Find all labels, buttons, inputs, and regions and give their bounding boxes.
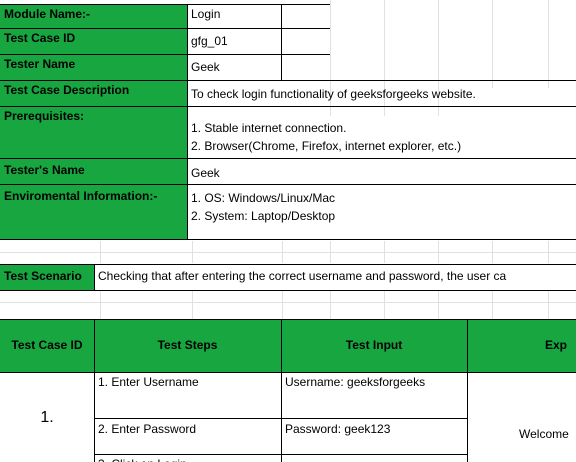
test-scenario-value[interactable]: Checking that after entering the correct… — [94, 264, 576, 290]
step-1-cell[interactable]: 1. Enter Username — [94, 372, 281, 418]
input-1-cell[interactable]: Username: geeksforgeeks — [281, 372, 467, 418]
module-name-label: Module Name:- — [0, 4, 187, 28]
environment-line-1: 1. OS: Windows/Linux/Mac — [191, 191, 336, 205]
input-2-cell[interactable]: Password: geek123 — [281, 418, 467, 454]
header-test-input: Test Input — [281, 320, 467, 372]
tester-name-label: Tester Name — [0, 54, 187, 80]
environment-line-2: 2. System: Laptop/Desktop — [191, 209, 336, 223]
prerequisite-line-2: 2. Browser(Chrome, Firefox, internet exp… — [191, 139, 462, 153]
module-name-value[interactable]: Login — [187, 4, 281, 28]
input-3-cell[interactable] — [281, 454, 467, 462]
case-id-cell[interactable]: 1. — [0, 372, 94, 462]
prerequisites-label: Prerequisites: — [0, 106, 187, 158]
header-test-steps: Test Steps — [94, 320, 281, 372]
test-scenario-label: Test Scenario — [0, 264, 94, 290]
step-3-cell[interactable]: 3. Click on Login — [94, 454, 281, 462]
prerequisites-value[interactable]: 1. Stable internet connection. 2. Browse… — [187, 106, 576, 158]
prerequisite-line-1: 1. Stable internet connection. — [191, 121, 347, 135]
test-case-id-value[interactable]: gfg_01 — [187, 28, 281, 54]
step-2-cell[interactable]: 2. Enter Password — [94, 418, 281, 454]
environment-label: Enviromental Information:- — [0, 184, 187, 239]
header-expected: Exp — [467, 320, 576, 372]
environment-value[interactable]: 1. OS: Windows/Linux/Mac 2. System: Lapt… — [187, 184, 576, 239]
tester-name-value[interactable]: Geek — [187, 54, 281, 80]
testers-name-value[interactable]: Geek — [187, 158, 576, 184]
test-case-id-label: Test Case ID — [0, 28, 187, 54]
description-value[interactable]: To check login functionality of geeksfor… — [187, 80, 576, 106]
header-test-case-id: Test Case ID — [0, 320, 94, 372]
description-label: Test Case Description — [0, 80, 187, 106]
expected-result-cell[interactable]: Welcome — [467, 372, 576, 462]
testers-name-label: Tester's Name — [0, 158, 187, 184]
spreadsheet: Module Name:- Login Test Case ID gfg_01 … — [0, 0, 576, 462]
